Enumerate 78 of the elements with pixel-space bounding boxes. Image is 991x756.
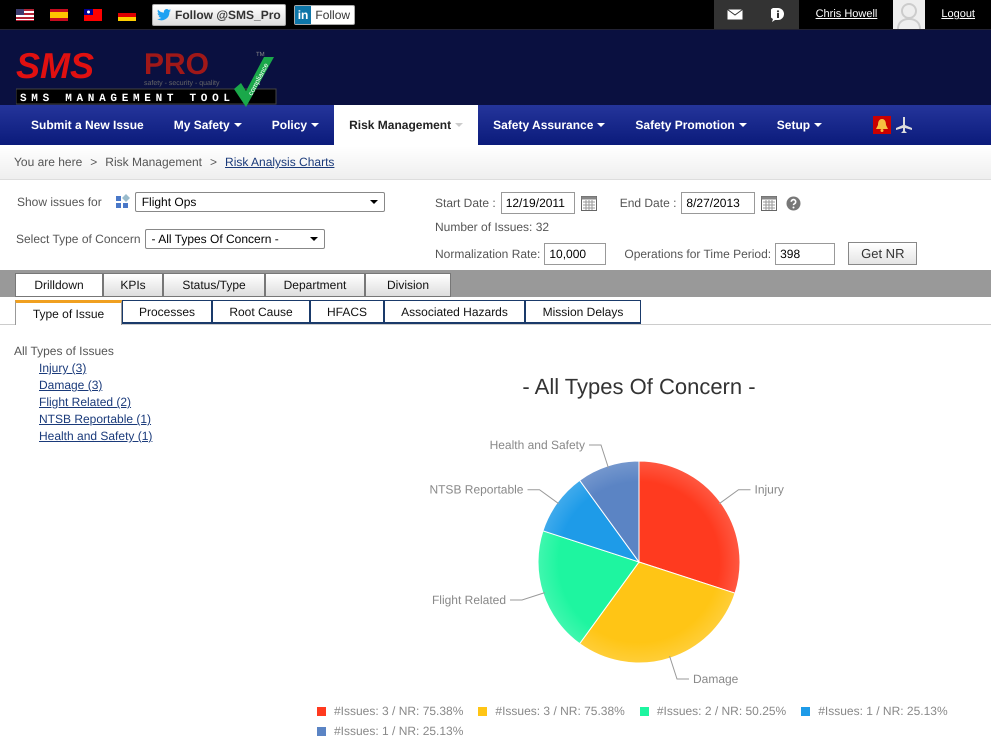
breadcrumb-link[interactable]: Risk Analysis Charts [225, 153, 334, 171]
bird-icon [157, 8, 171, 20]
tree-link[interactable]: NTSB Reportable (1) [39, 411, 290, 428]
slice-label: Damage [693, 672, 738, 686]
leader-line [669, 656, 690, 680]
twitter-follow-button[interactable]: Follow @SMS_Pro [152, 4, 286, 26]
tab[interactable]: KPIs [103, 273, 163, 297]
tab[interactable]: Division [365, 273, 451, 297]
pie-slice[interactable] [579, 460, 640, 562]
pie-slice[interactable] [538, 530, 640, 644]
flag-icon[interactable] [50, 8, 68, 20]
nav-menu-item[interactable]: Policy [256, 105, 334, 145]
field-label: Show issues for [17, 194, 102, 211]
field-label: End Date : [620, 195, 676, 212]
calendar-icon[interactable] [761, 196, 778, 210]
field-label: Operations for Time Period: [624, 246, 772, 262]
nav-menu-item[interactable]: Risk Management [334, 105, 478, 145]
chart-title: - All Types Of Concern - [522, 374, 756, 399]
info-icon[interactable] [770, 8, 785, 22]
tree-root: All Types of Issues [14, 343, 115, 360]
bell-icon[interactable] [873, 116, 891, 134]
leader-line [588, 444, 609, 468]
subtab[interactable]: Mission Delays [525, 300, 641, 324]
field-label: Select Type of Concern [16, 231, 141, 248]
tab[interactable]: Department [265, 273, 365, 297]
subtab[interactable]: Associated Hazards [384, 300, 525, 324]
user-name-link[interactable]: Chris Howell [816, 6, 878, 23]
flag-icon[interactable] [16, 8, 34, 20]
issue-count: Number of Issues: 32 [435, 219, 550, 236]
nav-menu-item[interactable]: Safety Assurance [478, 105, 620, 145]
subtab[interactable]: HFACS [310, 300, 384, 324]
legend-label: #Issues: 3 / NR: 75.38% [495, 703, 625, 720]
nav-menu-item[interactable]: Submit a New Issue [16, 105, 159, 145]
calendar-icon[interactable] [580, 196, 597, 210]
nav-menu-item[interactable]: Safety Promotion [620, 105, 762, 145]
leader-line [527, 489, 560, 504]
operations-field[interactable]: 398 [775, 242, 836, 264]
slice-label: Health and Safety [490, 438, 585, 452]
legend-label: #Issues: 2 / NR: 50.25% [656, 703, 786, 720]
tab[interactable]: Status/Type [163, 273, 265, 297]
legend-label: #Issues: 1 / NR: 25.13% [334, 723, 464, 740]
subtab[interactable]: Root Cause [212, 300, 310, 324]
start-date-field[interactable]: 12/19/2011 [500, 192, 575, 214]
tree-link[interactable]: Damage (3) [39, 377, 290, 394]
grid-icon [114, 194, 131, 210]
logout-link[interactable]: Logout [941, 6, 975, 23]
field-label: Start Date : [435, 195, 496, 212]
breadcrumb-label: You are here [14, 154, 82, 171]
concern-dropdown[interactable]: - All Types Of Concern - [144, 229, 325, 249]
help-icon[interactable] [786, 196, 802, 210]
pie-slice[interactable] [542, 480, 640, 562]
mail-icon[interactable] [727, 9, 744, 20]
nav-menu-item[interactable]: My Safety [158, 105, 257, 145]
slice-label: Injury [754, 482, 784, 497]
nav-menu-item[interactable]: Setup [762, 105, 838, 145]
tree-link[interactable]: Health and Safety (1) [39, 428, 290, 445]
normalization-rate-field[interactable]: 10,000 [544, 242, 606, 264]
breadcrumb-item: Risk Management [105, 154, 202, 171]
tree-link[interactable]: Flight Related (2) [39, 394, 290, 411]
linkedin-follow-button[interactable]: in Follow [294, 4, 356, 24]
end-date-field[interactable]: 8/27/2013 [681, 192, 756, 214]
airplane-icon[interactable] [895, 116, 913, 134]
slice-label: NTSB Reportable [429, 482, 524, 497]
leader-line [718, 489, 751, 504]
flag-icon[interactable] [84, 8, 102, 20]
legend-label: #Issues: 3 / NR: 75.38% [334, 703, 464, 720]
leader-line [510, 592, 546, 600]
breadcrumb-separator: > [90, 154, 98, 171]
slice-label: Flight Related [432, 593, 506, 607]
subtab[interactable]: Type of Issue [15, 300, 122, 325]
subtab[interactable]: Processes [122, 300, 212, 324]
legend-label: #Issues: 1 / NR: 25.13% [818, 703, 948, 720]
field-label: Normalization Rate: [435, 246, 540, 262]
issues-dropdown[interactable]: Flight Ops [134, 192, 385, 212]
tab[interactable]: Drilldown [15, 273, 103, 297]
breadcrumb-separator: > [210, 154, 218, 171]
tree-link[interactable]: Injury (3) [39, 360, 290, 377]
get-nr-button[interactable]: Get NR [848, 242, 918, 265]
